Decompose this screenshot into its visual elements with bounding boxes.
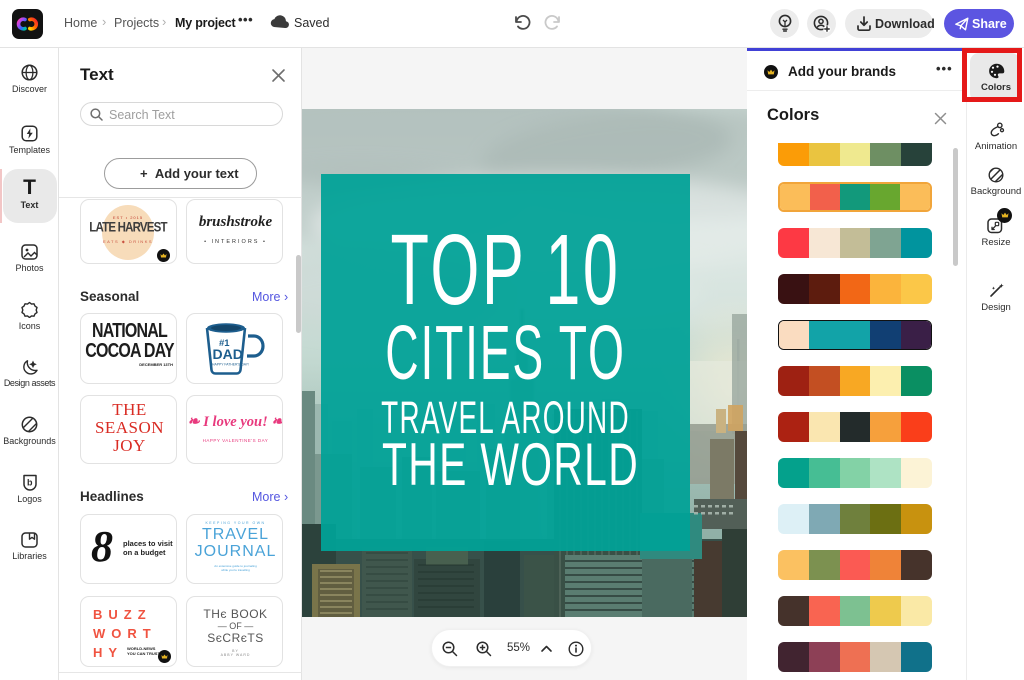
svg-text:b: b: [27, 478, 33, 488]
svg-text:HAPPY FATHER'S DAY!: HAPPY FATHER'S DAY!: [212, 363, 249, 367]
svg-text:DAD: DAD: [213, 346, 243, 362]
